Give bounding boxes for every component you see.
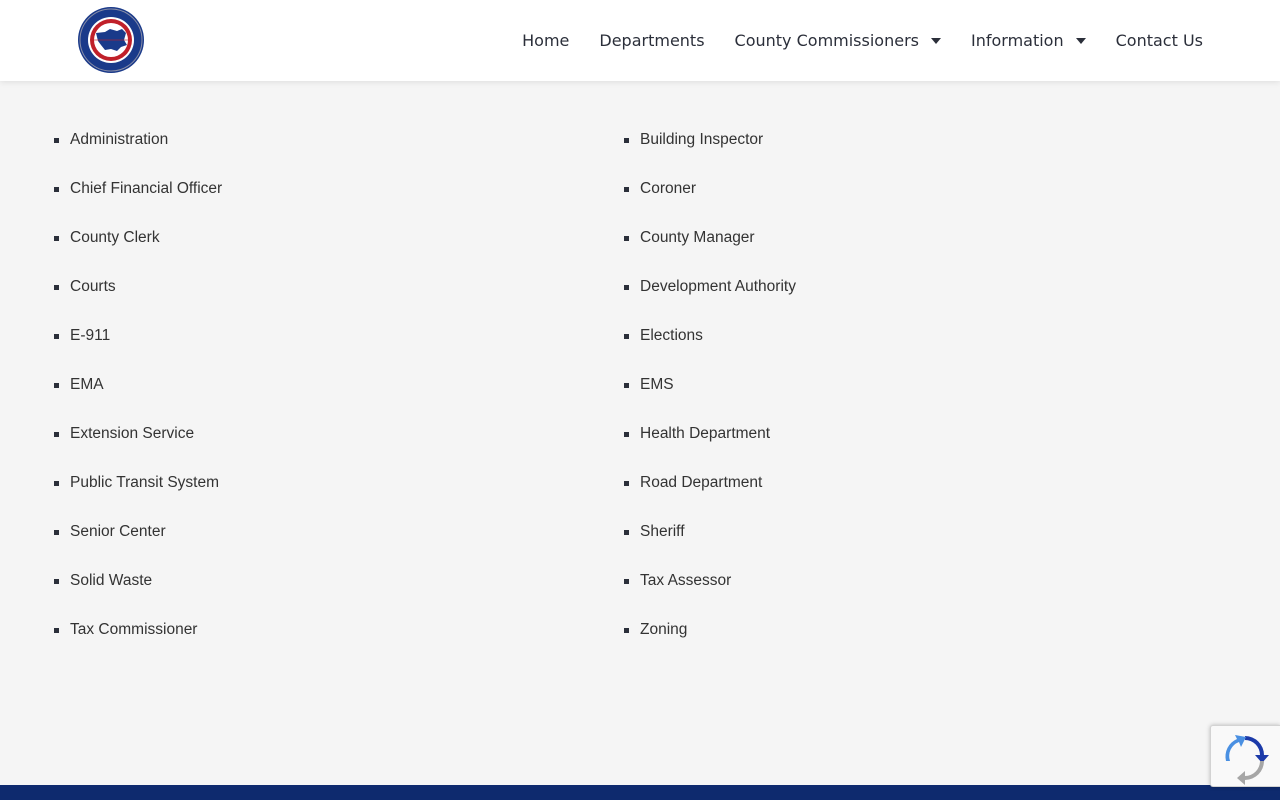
list-item: Elections [624,325,796,374]
bullet-icon [624,481,629,486]
list-item: Zoning [624,619,796,668]
nav-contact-us[interactable]: Contact Us [1116,31,1203,50]
bullet-icon [54,187,59,192]
bullet-icon [54,481,59,486]
departments-list-left: Administration Chief Financial Officer Cou… [54,129,222,668]
site-header: Home Departments County Commissioners In… [0,0,1280,81]
nav-information[interactable]: Information [971,31,1086,50]
nav-home-label: Home [522,31,570,50]
list-item: Tax Assessor [624,570,796,619]
county-seal-logo[interactable] [77,6,145,74]
nav-departments-label: Departments [599,31,705,50]
department-link[interactable]: Solid Waste [70,570,152,592]
bullet-icon [54,383,59,388]
bullet-icon [54,285,59,290]
bullet-icon [624,579,629,584]
list-item: Tax Commissioner [54,619,222,668]
nav-contact-us-label: Contact Us [1115,31,1203,50]
department-link[interactable]: Coroner [640,178,696,200]
bullet-icon [624,383,629,388]
department-link[interactable]: Chief Financial Officer [70,178,222,200]
list-item: County Manager [624,227,796,276]
list-item: Development Authority [624,276,796,325]
recaptcha-icon [1225,735,1269,785]
bullet-icon [624,432,629,437]
nav-home[interactable]: Home [522,31,569,50]
department-link[interactable]: Road Department [640,472,762,494]
list-item: Building Inspector [624,129,796,178]
department-link[interactable]: E-911 [70,325,110,347]
department-link[interactable]: Administration [70,129,168,151]
department-link[interactable]: Tax Commissioner [70,619,197,641]
footer-bar [0,785,1280,800]
list-item: EMA [54,374,222,423]
bullet-icon [624,628,629,633]
list-item: Coroner [624,178,796,227]
bullet-icon [624,236,629,241]
bullet-icon [624,285,629,290]
department-link[interactable]: County Clerk [70,227,160,249]
dropdown-caret-icon [930,37,941,44]
departments-list-right: Building Inspector Coroner County Manager D… [624,129,796,668]
department-link[interactable]: Public Transit System [70,472,219,494]
department-link[interactable]: Health Department [640,423,770,445]
nav-information-label: Information [970,31,1064,50]
department-link[interactable]: Courts [70,276,116,298]
department-link[interactable]: EMS [640,374,674,396]
bullet-icon [54,236,59,241]
department-link[interactable]: Elections [640,325,703,347]
bullet-icon [624,138,629,143]
departments-content: Administration Chief Financial Officer Cou… [0,81,1280,785]
nav-departments[interactable]: Departments [599,31,704,50]
department-link[interactable]: EMA [70,374,104,396]
bullet-icon [54,138,59,143]
bullet-icon [624,334,629,339]
department-link[interactable]: County Manager [640,227,755,249]
department-link[interactable]: Zoning [640,619,687,641]
list-item: Extension Service [54,423,222,472]
nav-county-commissioners[interactable]: County Commissioners [735,31,941,50]
list-item: Solid Waste [54,570,222,619]
list-item: Sheriff [624,521,796,570]
list-item: EMS [624,374,796,423]
bullet-icon [624,187,629,192]
bullet-icon [54,530,59,535]
department-link[interactable]: Building Inspector [640,129,763,151]
list-item: Health Department [624,423,796,472]
list-item: Administration [54,129,222,178]
list-item: Road Department [624,472,796,521]
list-item: Public Transit System [54,472,222,521]
bullet-icon [54,579,59,584]
main-navigation: Home Departments County Commissioners In… [522,0,1203,81]
bullet-icon [54,432,59,437]
department-link[interactable]: Extension Service [70,423,194,445]
dropdown-caret-icon [1075,37,1086,44]
bullet-icon [54,334,59,339]
list-item: E-911 [54,325,222,374]
bullet-icon [54,628,59,633]
department-link[interactable]: Sheriff [640,521,685,543]
nav-county-commissioners-label: County Commissioners [734,31,919,50]
list-item: Senior Center [54,521,222,570]
bullet-icon [624,530,629,535]
list-item: Chief Financial Officer [54,178,222,227]
list-item: Courts [54,276,222,325]
recaptcha-badge[interactable] [1210,725,1280,787]
department-link[interactable]: Senior Center [70,521,166,543]
department-link[interactable]: Development Authority [640,276,796,298]
list-item: County Clerk [54,227,222,276]
department-link[interactable]: Tax Assessor [640,570,731,592]
